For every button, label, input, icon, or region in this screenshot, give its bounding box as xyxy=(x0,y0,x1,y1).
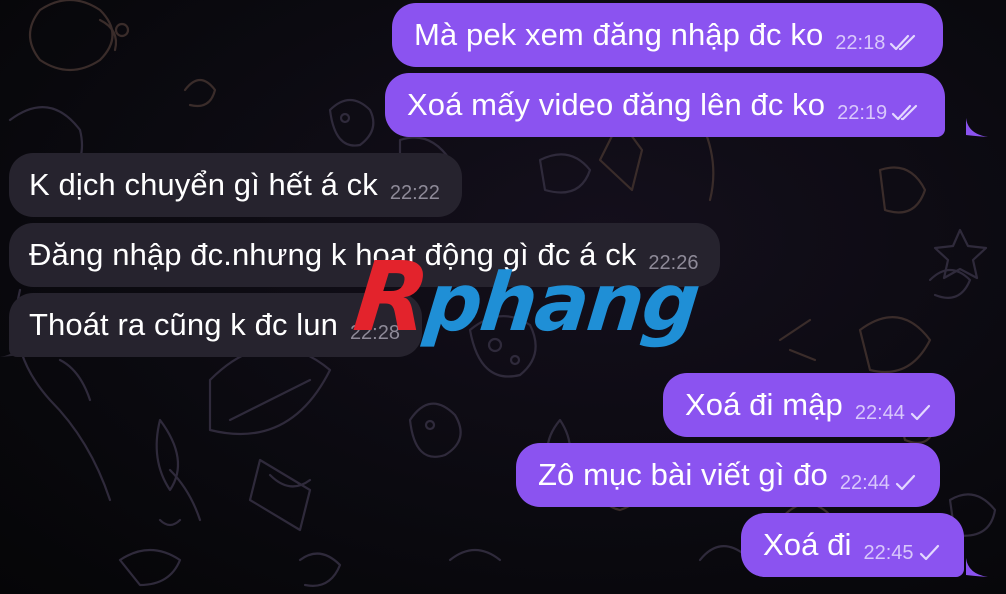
message-time: 22:45 xyxy=(863,541,914,564)
message-text: Mà pek xem đăng nhập đc ko xyxy=(414,17,824,52)
message-bubble-outgoing[interactable]: Xoá đi 22:45 xyxy=(741,513,964,577)
message-text: Zô mục bài viết gì đo xyxy=(538,457,828,492)
message-text: Xoá đi mập xyxy=(685,387,843,422)
message-meta: 22:18 xyxy=(835,32,919,55)
sent-check-icon xyxy=(910,404,930,421)
message-bubble-outgoing[interactable]: Xoá mấy video đăng lên đc ko 22:19 xyxy=(385,73,946,137)
read-double-check-icon xyxy=(890,34,916,51)
sent-check-icon xyxy=(895,474,916,491)
sent-check-icon xyxy=(919,544,939,561)
message-bubble-outgoing[interactable]: Mà pek xem đăng nhập đc ko 22:18 xyxy=(392,3,944,67)
message-time: 22:19 xyxy=(837,101,888,124)
chat-view: Mà pek xem đăng nhập đc ko 22:18 Xoá mấy… xyxy=(0,0,1006,594)
message-text: Xoá đi xyxy=(763,527,852,562)
watermark-logo: R phang xyxy=(349,241,703,353)
message-bubble-outgoing[interactable]: Zô mục bài viết gì đo 22:44 xyxy=(516,443,940,507)
message-meta: 22:44 xyxy=(840,472,916,495)
message-bubble-incoming[interactable]: K dịch chuyển gì hết á ck 22:22 xyxy=(9,153,462,217)
watermark-letter-r: R xyxy=(349,241,432,353)
message-time: 22:22 xyxy=(389,181,440,204)
bubble-tail xyxy=(0,338,21,357)
bubble-tail xyxy=(966,118,988,137)
message-text: Xoá mấy video đăng lên đc ko xyxy=(407,87,826,122)
watermark-text: phang xyxy=(420,256,703,349)
message-bubble-outgoing[interactable]: Xoá đi mập 22:44 xyxy=(663,373,955,437)
message-meta: 22:19 xyxy=(837,102,921,125)
bubble-tail xyxy=(966,558,988,577)
read-double-check-icon xyxy=(892,104,918,121)
message-meta: 22:22 xyxy=(390,182,440,205)
message-text: Thoát ra cũng k đc lun xyxy=(29,307,338,342)
message-meta: 22:45 xyxy=(864,542,940,565)
message-text: K dịch chuyển gì hết á ck xyxy=(29,167,378,202)
message-time: 22:44 xyxy=(854,401,905,424)
message-time: 22:18 xyxy=(835,31,886,54)
message-meta: 22:44 xyxy=(855,402,931,425)
message-time: 22:44 xyxy=(839,471,890,494)
